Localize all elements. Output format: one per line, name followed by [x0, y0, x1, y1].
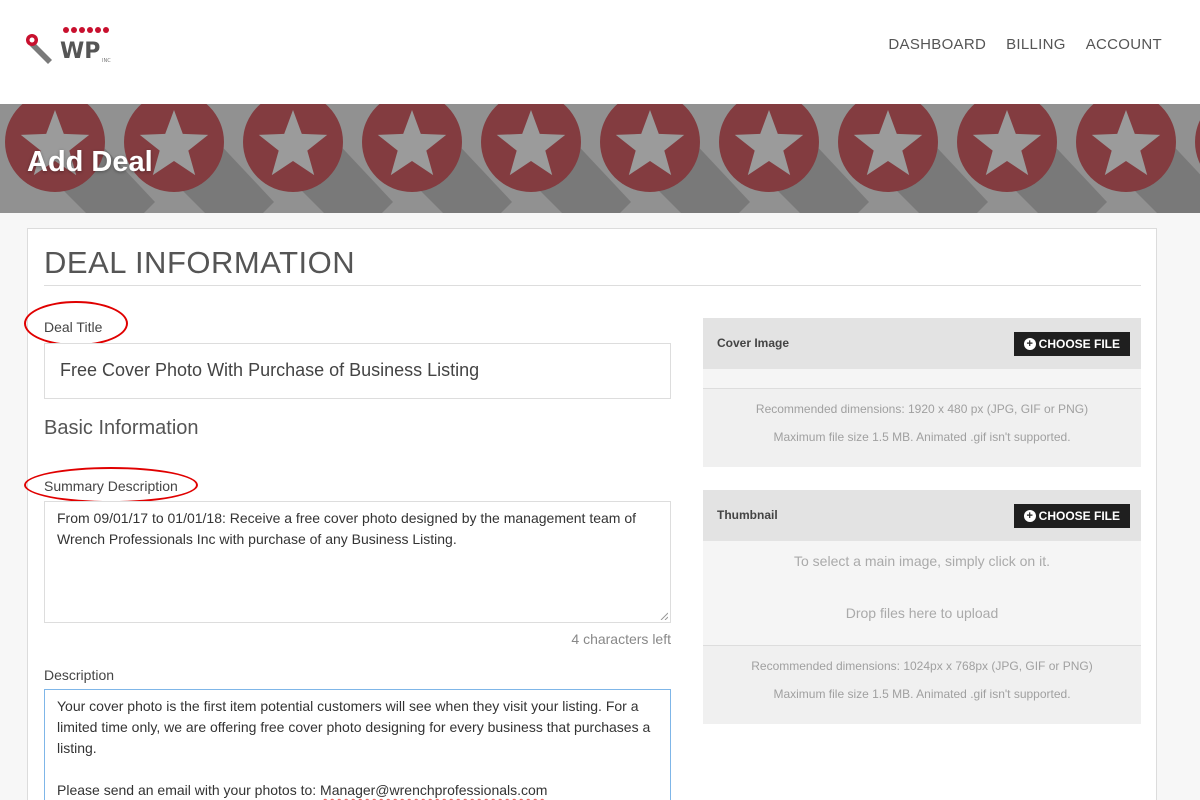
cover-image-preview-area[interactable] [703, 368, 1141, 389]
resize-handle-icon[interactable] [660, 612, 668, 620]
characters-left-counter: 4 characters left [571, 631, 671, 647]
thumbnail-label: Thumbnail [717, 508, 778, 522]
thumbnail-drop-hint: Drop files here to upload [845, 605, 999, 621]
description-paragraph: Your cover photo is the first item poten… [57, 698, 651, 756]
svg-text:INC: INC [102, 58, 111, 64]
cover-image-choose-file-button[interactable]: + CHOOSE FILE [1013, 332, 1130, 356]
thumbnail-select-hint: To select a main image, simply click on … [794, 553, 1050, 569]
summary-description-text: From 09/01/17 to 01/01/18: Receive a fre… [57, 510, 637, 547]
section-title: DEAL INFORMATION [44, 245, 356, 280]
description-email: Manager@wrenchprofessionals.com [320, 782, 548, 798]
summary-description-label: Summary Description [44, 478, 178, 494]
cover-image-upload: Cover Image + CHOOSE FILE Recommended di… [703, 318, 1141, 467]
description-textarea[interactable]: Your cover photo is the first item poten… [44, 689, 671, 800]
star-pattern-decoration [0, 104, 1200, 213]
thumbnail-choose-file-button[interactable]: + CHOOSE FILE [1013, 504, 1130, 528]
cover-image-dimensions-note: Recommended dimensions: 1920 x 480 px (J… [755, 402, 1089, 416]
cover-image-label: Cover Image [717, 336, 790, 350]
thumbnail-upload: Thumbnail + CHOOSE FILE To select a main… [703, 490, 1141, 724]
thumbnail-dropzone[interactable]: To select a main image, simply click on … [703, 540, 1141, 646]
page-title: Add Deal [27, 146, 153, 178]
deal-title-label: Deal Title [44, 319, 103, 335]
wp-logo[interactable]: WP INC [20, 24, 116, 68]
nav-account[interactable]: ACCOUNT [1086, 36, 1162, 53]
deal-title-input[interactable]: Free Cover Photo With Purchase of Busine… [44, 343, 671, 399]
cover-image-size-note: Maximum file size 1.5 MB. Animated .gif … [773, 430, 1071, 444]
thumbnail-size-note: Maximum file size 1.5 MB. Animated .gif … [773, 687, 1071, 701]
nav-dashboard[interactable]: DASHBOARD [888, 36, 986, 53]
thumbnail-dimensions-note: Recommended dimensions: 1024px x 768px (… [751, 659, 1093, 673]
svg-text:WP: WP [60, 39, 100, 64]
thumbnail-header: Thumbnail + CHOOSE FILE [703, 490, 1141, 540]
basic-information-heading: Basic Information [44, 417, 199, 439]
nav-billing[interactable]: BILLING [1006, 36, 1066, 53]
cover-image-header: Cover Image + CHOOSE FILE [703, 318, 1141, 368]
plus-circle-icon: + [1023, 510, 1036, 522]
plus-circle-icon: + [1023, 338, 1036, 350]
description-label: Description [44, 667, 115, 683]
site-header: WP INC DASHBOARD BILLING ACCOUNT [0, 0, 1200, 104]
main-nav: DASHBOARD BILLING ACCOUNT [888, 36, 1162, 53]
summary-description-textarea[interactable]: From 09/01/17 to 01/01/18: Receive a fre… [44, 501, 671, 623]
deal-form-panel: DEAL INFORMATION Deal Title Free Cover P… [24, 228, 1157, 800]
page-banner: Add Deal [0, 104, 1200, 213]
section-divider [44, 285, 1141, 286]
description-email-line: Please send an email with your photos to… [57, 782, 548, 798]
